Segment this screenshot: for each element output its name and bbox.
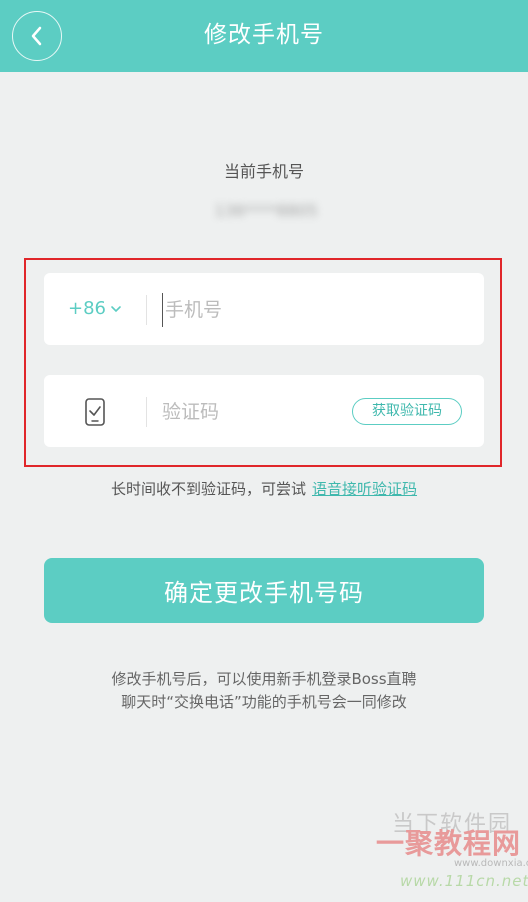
phone-input[interactable] xyxy=(162,293,462,327)
hint-text: 长时间收不到验证码，可尝试 xyxy=(110,480,306,498)
get-code-button[interactable]: 获取验证码 xyxy=(352,398,462,425)
hint-line: 长时间收不到验证码，可尝试 语音接听验证码 xyxy=(0,478,528,499)
phone-divider xyxy=(146,295,147,325)
current-phone-number: 136****8805 xyxy=(214,201,318,220)
note-line-2: 聊天时“交换电话”功能的手机号会一同修改 xyxy=(121,693,407,711)
country-code-selector[interactable]: +86 xyxy=(68,273,122,345)
watermark-top: 当下软件园 xyxy=(392,812,513,837)
watermark-url-2: www.111cn.net xyxy=(400,872,528,890)
page-title: 修改手机号 xyxy=(204,22,324,48)
header-bar: 修改手机号 xyxy=(0,0,528,72)
confirm-change-button[interactable]: 确定更改手机号码 xyxy=(44,558,484,623)
watermark-url-1: www.downxia.com xyxy=(454,858,528,869)
watermark: 当下软件园 一聚教程网 www.downxia.com www.111cn.ne… xyxy=(336,806,528,900)
phone-input-card: +86 xyxy=(44,273,484,345)
current-phone-label: 当前手机号 xyxy=(223,162,304,181)
chevron-down-icon xyxy=(111,306,121,313)
code-divider xyxy=(146,397,147,427)
phone-verify-icon xyxy=(85,398,105,426)
change-phone-screen: 修改手机号 当前手机号 136****8805 +86 获取验证码 长时间收不到… xyxy=(0,0,528,902)
verification-code-input[interactable] xyxy=(162,395,342,429)
watermark-mid: 一聚教程网 xyxy=(376,827,522,860)
voice-code-link[interactable]: 语音接听验证码 xyxy=(312,480,417,498)
note-line-1: 修改手机号后，可以使用新手机登录Boss直聘 xyxy=(111,670,417,688)
change-note: 修改手机号后，可以使用新手机登录Boss直聘 聊天时“交换电话”功能的手机号会一… xyxy=(0,668,528,714)
country-code-value: +86 xyxy=(68,298,106,319)
code-input-card: 获取验证码 xyxy=(44,375,484,447)
